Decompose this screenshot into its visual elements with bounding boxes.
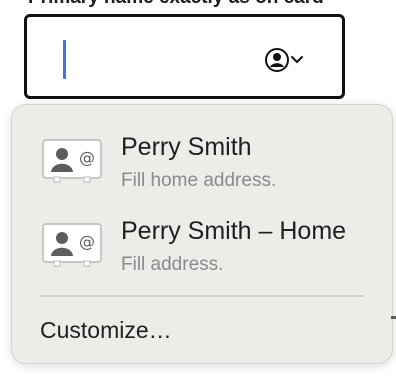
chevron-down-icon xyxy=(290,55,304,65)
svg-text:@: @ xyxy=(79,232,95,251)
suggestion-detail: Fill home address. xyxy=(121,170,277,191)
autofill-suggestion[interactable]: @ Perry Smith – Home Fill address. xyxy=(42,213,382,277)
autofill-menu-button[interactable] xyxy=(264,45,314,75)
contact-card-icon: @ xyxy=(42,139,102,183)
autofill-popup: @ Perry Smith Fill home address. @ Perry… xyxy=(11,104,393,364)
background-edge xyxy=(391,316,396,319)
person-circle-icon xyxy=(264,47,290,73)
autofill-suggestion[interactable]: @ Perry Smith Fill home address. xyxy=(42,129,382,193)
svg-text:@: @ xyxy=(79,148,95,167)
menu-divider xyxy=(40,295,364,297)
customize-menu-item[interactable]: Customize… xyxy=(40,315,172,345)
contact-card-icon: @ xyxy=(42,223,102,267)
name-input[interactable] xyxy=(24,14,345,99)
suggestion-name: Perry Smith – Home xyxy=(121,217,347,245)
field-label: Primary name exactly as on card xyxy=(28,0,324,9)
suggestion-detail: Fill address. xyxy=(121,254,224,275)
suggestion-name: Perry Smith xyxy=(121,133,252,161)
text-caret xyxy=(63,40,66,79)
